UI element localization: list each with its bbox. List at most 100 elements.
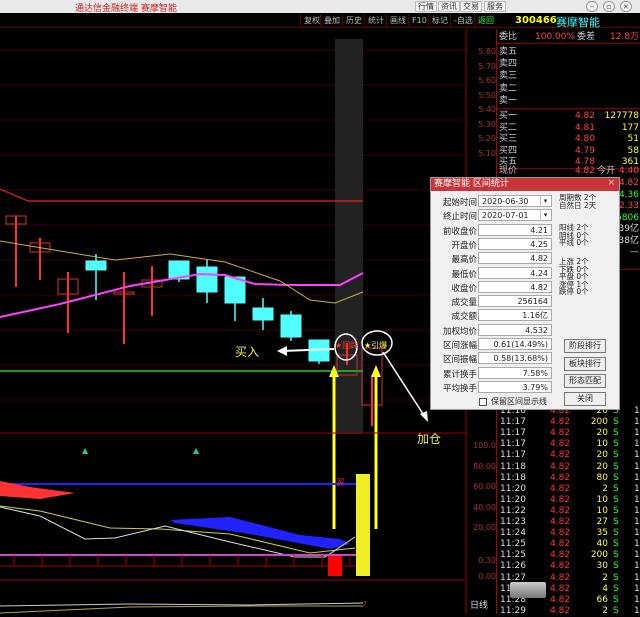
now-value: 4.82 — [574, 166, 595, 176]
volume-bar-yellow — [356, 474, 370, 576]
field-label: 成交额 — [451, 312, 477, 323]
field-label: 区间振幅 — [442, 355, 477, 366]
dropdown-arrow-icon[interactable]: ▾ — [540, 210, 550, 222]
keep-line-checkbox[interactable] — [479, 398, 487, 406]
blue-band — [170, 517, 350, 549]
field-label: 收盘价 — [451, 283, 477, 294]
trade-volume: 10 — [596, 494, 608, 505]
trade-row: 11:20 4.82 10 S 1 — [500, 495, 640, 506]
trade-row: 11:26 4.82 30 S 1 — [500, 561, 640, 572]
stat-stats1: 自然日 2天 — [559, 200, 597, 210]
trade-price: 4.82 — [550, 605, 571, 616]
buy-label: 买二 — [499, 122, 518, 133]
signal-trigger: ★引爆 — [364, 341, 388, 350]
toolbar-button-4[interactable]: 画线 — [386, 14, 409, 27]
resistance-line — [0, 188, 363, 202]
trade-price: 4.82 — [550, 583, 571, 594]
trade-side: S — [613, 461, 619, 472]
toolbar-button-6[interactable]: 标记 — [428, 14, 451, 27]
field-8: 1.16亿 — [478, 309, 552, 322]
close-window-icon[interactable]: × — [620, 1, 632, 12]
price-axis-label: 5.60 — [478, 76, 496, 85]
toolbar-button-5[interactable]: F10 — [408, 14, 430, 27]
trade-side: S — [613, 583, 619, 594]
field-1[interactable]: 2020-07-01 ▾ — [478, 209, 552, 222]
buy-price: 4.81 — [574, 122, 595, 133]
field-5: 4.24 — [478, 266, 552, 279]
range-stats-dialog: 赛摩智能 区间统计 × 起始时间 2020-06-30 ▾ 终止时间 2020-07-0… — [430, 177, 620, 410]
stat-stats3: 跌停 0个 — [559, 287, 589, 296]
dialog-button-3[interactable]: 关闭 — [564, 391, 606, 406]
field-value: 4.82 — [530, 282, 548, 292]
minimize-icon[interactable]: – — [586, 1, 598, 12]
period-label[interactable]: 日线 — [470, 598, 488, 611]
open-label: 今开 — [597, 166, 616, 176]
buy-vertical-label: 买 — [336, 478, 345, 486]
trade-side: S — [613, 528, 619, 539]
field-value: 4.25 — [530, 239, 548, 249]
buy-volume: 177 — [621, 122, 639, 133]
toolbar-button-1[interactable]: 叠加 — [320, 14, 343, 27]
trade-count: 1 — [634, 494, 640, 505]
trade-side: S — [613, 594, 619, 605]
sell-label: 卖四 — [499, 59, 518, 70]
field-label: 终止时间 — [442, 212, 477, 223]
signal-pullback: ★回踩 — [335, 341, 359, 350]
restore-icon[interactable]: ▫ — [603, 1, 615, 12]
dialog-button-0[interactable]: 阶段排行 — [564, 339, 606, 353]
price-axis-label: 5.70 — [478, 61, 496, 71]
field-value: 4.82 — [530, 254, 548, 264]
field-value: 2020-06-30 — [482, 197, 529, 206]
trade-price: 4.82 — [550, 483, 571, 494]
indicator2-line — [0, 605, 363, 614]
field-9: 4.532 — [478, 323, 552, 336]
field-label: 开盘价 — [451, 240, 477, 251]
sell-level-4: 卖四 — [497, 58, 640, 70]
nav-1[interactable]: 资讯 — [438, 1, 460, 12]
field-13: 3.79% — [478, 380, 552, 393]
toolbar-button-7[interactable]: -自选 — [450, 14, 476, 27]
trade-volume: 80 — [596, 472, 608, 483]
buy-level-1: 买一 4.82 127778 — [497, 110, 640, 122]
buy-annotation: 买入 — [235, 345, 260, 359]
trade-time: 11:17 — [500, 439, 526, 450]
trade-time: 11:22 — [500, 505, 526, 516]
field-label: 加权均价 — [442, 326, 477, 337]
candle-body — [85, 260, 107, 271]
trade-time: 11:17 — [500, 450, 526, 461]
kline-chart[interactable]: ▲ ▲ — [0, 29, 496, 614]
trade-volume: 20 — [596, 461, 608, 472]
candle-body — [252, 307, 274, 321]
sell-label: 卖二 — [499, 83, 518, 94]
dropdown-arrow-icon[interactable]: ▾ — [540, 196, 550, 207]
trade-time: 11:24 — [500, 528, 526, 539]
nav-0[interactable]: 行情 — [415, 1, 437, 12]
field-11: 0.58(13.68%) — [478, 352, 552, 365]
toolbar-button-8[interactable]: 返回 — [474, 14, 497, 27]
trade-row: 11:20 4.82 2 S 1 — [500, 484, 640, 495]
trade-row: 11:18 4.82 80 S 1 — [500, 473, 640, 484]
trade-count: 1 — [634, 472, 640, 483]
now-label: 现价 — [499, 166, 518, 176]
divider — [497, 108, 640, 109]
nav-2[interactable]: 交易 — [460, 1, 482, 12]
trade-time: 11:18 — [500, 472, 526, 483]
dialog-button-1[interactable]: 板块排行 — [564, 356, 606, 371]
add-position-annotation: 加仓 — [417, 432, 442, 446]
floating-widget[interactable] — [510, 582, 546, 598]
toolbar-button-3[interactable]: 统计 — [364, 14, 387, 27]
weicha-value: 12.8万 — [609, 32, 639, 42]
buy-label: 买三 — [499, 134, 518, 144]
trade-volume: 35 — [596, 528, 608, 539]
trade-side: S — [613, 417, 619, 428]
field-0[interactable]: 2020-06-30 ▾ — [478, 195, 552, 207]
nav-3[interactable]: 服务 — [484, 1, 506, 12]
trade-count: 1 — [634, 406, 640, 416]
trade-side: S — [613, 550, 619, 561]
close-icon[interactable]: × — [607, 178, 615, 188]
field-label: 最高价 — [451, 255, 477, 266]
toolbar-button-2[interactable]: 历史 — [342, 14, 365, 27]
trade-count: 1 — [634, 517, 640, 527]
dialog-button-2[interactable]: 形态匹配 — [564, 374, 606, 388]
trade-side: S — [613, 605, 619, 616]
